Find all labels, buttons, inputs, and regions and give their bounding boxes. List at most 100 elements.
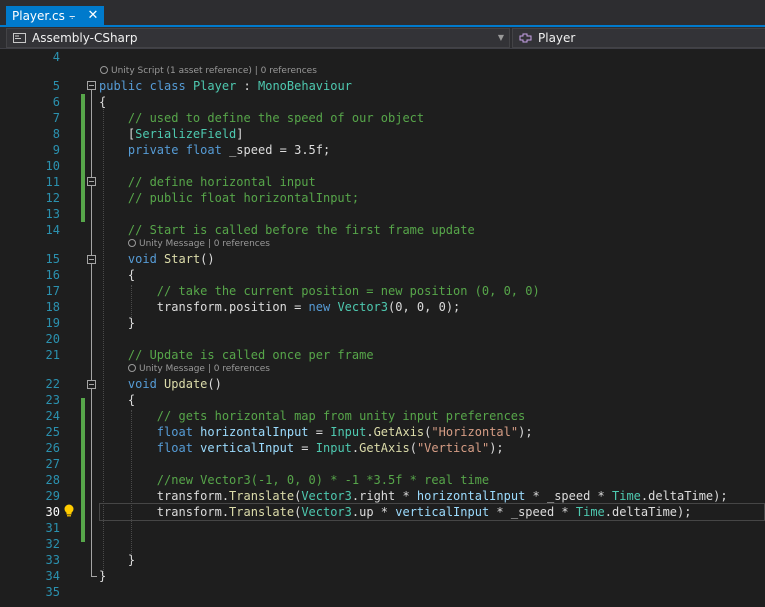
code-text: // gets horizontal map from unity input … bbox=[99, 408, 525, 424]
code-editor[interactable]: Unity Script (1 asset reference) | 0 ref… bbox=[0, 49, 765, 607]
code-text: public class Player : MonoBehaviour bbox=[99, 78, 352, 94]
member-dropdown-value: Player bbox=[538, 31, 576, 45]
code-line[interactable]: 28 //new Vector3(-1, 0, 0) * -1 *3.5f * … bbox=[0, 472, 765, 488]
code-line[interactable]: 7 // used to define the speed of our obj… bbox=[0, 110, 765, 126]
project-dropdown[interactable]: Assembly-CSharp ▼ bbox=[6, 28, 510, 48]
codelens-update[interactable]: Unity Message | 0 references bbox=[128, 363, 270, 376]
member-dropdown[interactable]: Player bbox=[512, 28, 765, 48]
code-line[interactable]: 18 transform.position = new Vector3(0, 0… bbox=[0, 299, 765, 315]
line-number: 17 bbox=[45, 284, 60, 298]
code-line[interactable]: 34} bbox=[0, 568, 765, 584]
code-token: { bbox=[99, 268, 136, 282]
line-number: 30 bbox=[45, 505, 60, 519]
code-token: = bbox=[308, 425, 331, 439]
code-line[interactable]: 6{ bbox=[0, 94, 765, 110]
code-line[interactable]: 12 // public float horizontalInput; bbox=[0, 190, 765, 206]
code-token: transform.position = bbox=[99, 300, 309, 314]
code-token: Translate bbox=[229, 489, 295, 503]
code-token: = bbox=[294, 441, 316, 455]
code-token: () bbox=[200, 252, 215, 266]
line-number: 14 bbox=[45, 223, 60, 237]
code-line[interactable]: 24 // gets horizontal map from unity inp… bbox=[0, 408, 765, 424]
code-token: // public float horizontalInput; bbox=[127, 191, 360, 205]
code-token: Start bbox=[164, 252, 201, 266]
code-line[interactable]: 8 [SerializeField] bbox=[0, 126, 765, 142]
code-token: [ bbox=[99, 127, 136, 141]
code-token: Time bbox=[575, 505, 605, 519]
code-text: private float _speed = 3.5f; bbox=[99, 142, 330, 158]
code-line[interactable]: 10 bbox=[0, 158, 765, 174]
code-line[interactable]: 25 float horizontalInput = Input.GetAxis… bbox=[0, 424, 765, 440]
code-text: { bbox=[99, 267, 135, 283]
code-line[interactable]: 20 bbox=[0, 331, 765, 347]
pin-icon[interactable]: ⨪ bbox=[69, 6, 75, 26]
code-token: transform. bbox=[99, 489, 230, 503]
code-text: } bbox=[99, 552, 135, 568]
close-icon[interactable]: ✕ bbox=[86, 6, 100, 26]
code-text: // Update is called once per frame bbox=[99, 347, 374, 363]
code-token: () bbox=[207, 377, 222, 391]
line-number: 25 bbox=[45, 425, 60, 439]
code-token: . bbox=[366, 425, 374, 439]
code-line[interactable]: 30 transform.Translate(Vector3.up * vert… bbox=[0, 504, 765, 520]
code-line[interactable]: 26 float verticalInput = Input.GetAxis("… bbox=[0, 440, 765, 456]
unity-icon bbox=[128, 364, 136, 372]
code-token: float bbox=[185, 143, 222, 157]
code-token: horizontalInput bbox=[416, 489, 526, 503]
code-line[interactable]: 35 bbox=[0, 584, 765, 600]
code-token: float bbox=[156, 425, 193, 439]
code-line[interactable]: 4 bbox=[0, 49, 765, 65]
code-line[interactable]: 13 bbox=[0, 206, 765, 222]
code-text: transform.position = new Vector3(0, 0, 0… bbox=[99, 299, 460, 315]
code-text: // public float horizontalInput; bbox=[99, 190, 359, 206]
code-token: : bbox=[236, 79, 258, 93]
code-line[interactable]: 19 } bbox=[0, 315, 765, 331]
code-token: ( bbox=[409, 441, 417, 455]
code-line[interactable]: 14 // Start is called before the first f… bbox=[0, 222, 765, 238]
code-token: GetAxis bbox=[359, 441, 410, 455]
code-token: } bbox=[99, 553, 136, 567]
code-line[interactable]: 23 { bbox=[0, 392, 765, 408]
code-token: Vector3 bbox=[301, 489, 352, 503]
code-token: "Vertical" bbox=[416, 441, 490, 455]
code-token: // take the current position = new posit… bbox=[156, 284, 540, 298]
code-line[interactable]: 27 bbox=[0, 456, 765, 472]
codelens-start[interactable]: Unity Message | 0 references bbox=[128, 238, 270, 251]
code-line[interactable]: 11 // define horizontal input bbox=[0, 174, 765, 190]
code-line[interactable]: 16 { bbox=[0, 267, 765, 283]
document-tab-strip: Player.cs ⨪ ✕ bbox=[0, 0, 765, 27]
line-number: 5 bbox=[52, 79, 60, 93]
code-line[interactable]: 31 bbox=[0, 520, 765, 536]
code-text: void Update() bbox=[99, 376, 222, 392]
chevron-down-icon[interactable]: ▼ bbox=[498, 29, 504, 47]
code-line[interactable]: 32 bbox=[0, 536, 765, 552]
code-token: * _speed * bbox=[489, 505, 576, 519]
line-number: 29 bbox=[45, 489, 60, 503]
line-number: 24 bbox=[45, 409, 60, 423]
line-number: 31 bbox=[45, 521, 60, 535]
code-text: //new Vector3(-1, 0, 0) * -1 *3.5f * rea… bbox=[99, 472, 489, 488]
code-token: // used to define the speed of our objec… bbox=[127, 111, 425, 125]
code-text: float horizontalInput = Input.GetAxis("H… bbox=[99, 424, 533, 440]
code-token: public bbox=[99, 79, 143, 93]
code-line[interactable]: 29 transform.Translate(Vector3.right * h… bbox=[0, 488, 765, 504]
code-line[interactable]: 9 private float _speed = 3.5f; bbox=[0, 142, 765, 158]
codelens-class[interactable]: Unity Script (1 asset reference) | 0 ref… bbox=[100, 65, 317, 78]
code-line[interactable]: 5 public class Player : MonoBehaviour bbox=[0, 78, 765, 94]
code-token: .deltaTime); bbox=[604, 505, 692, 519]
code-line[interactable]: 17 // take the current position = new po… bbox=[0, 283, 765, 299]
tab-player-cs[interactable]: Player.cs ⨪ ✕ bbox=[6, 6, 104, 26]
code-token: Translate bbox=[229, 505, 295, 519]
code-text: transform.Translate(Vector3.right * hori… bbox=[99, 488, 728, 504]
line-number: 11 bbox=[45, 175, 60, 189]
line-number: 23 bbox=[45, 393, 60, 407]
code-line[interactable]: 33 } bbox=[0, 552, 765, 568]
code-line[interactable]: 22 void Update() bbox=[0, 376, 765, 392]
code-line[interactable]: 21 // Update is called once per frame bbox=[0, 347, 765, 363]
code-token: .up * bbox=[351, 505, 396, 519]
code-line[interactable]: 15 void Start() bbox=[0, 251, 765, 267]
